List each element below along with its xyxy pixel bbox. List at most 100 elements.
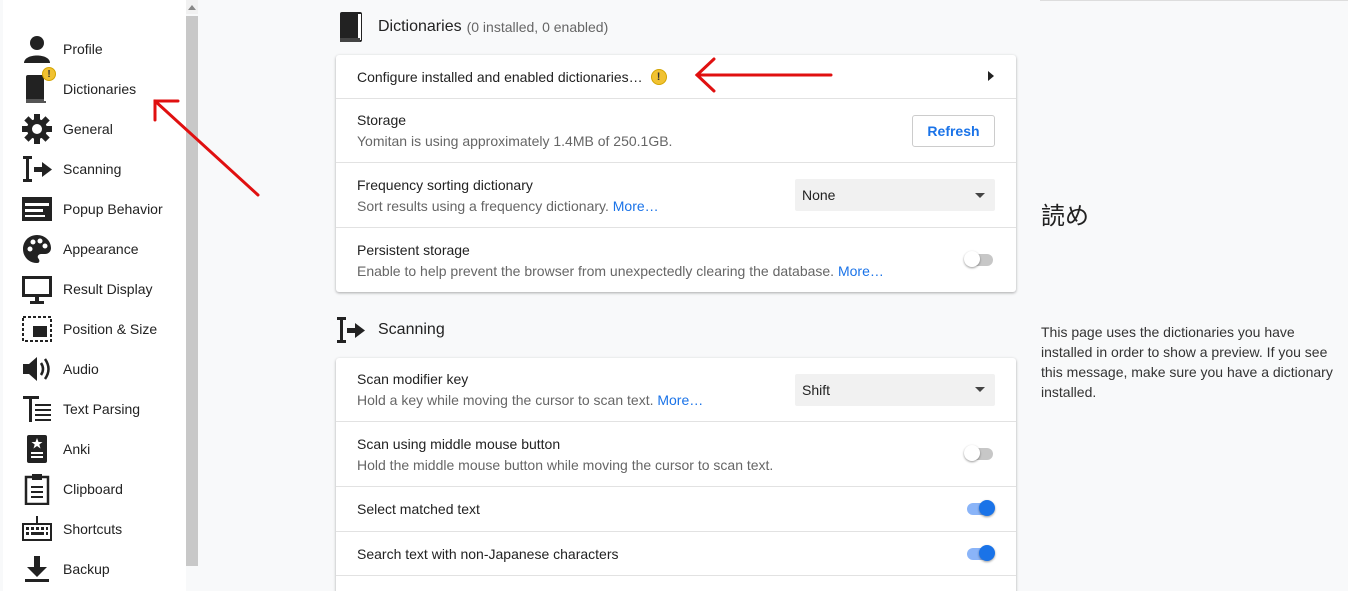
storage-title: Storage	[357, 112, 407, 128]
configure-dictionaries-row[interactable]: Configure installed and enabled dictiona…	[336, 55, 1016, 99]
anki-card-icon	[20, 432, 54, 466]
divider	[1040, 0, 1348, 1]
frequency-select-wrap: None	[795, 179, 995, 211]
dictionaries-card: Configure installed and enabled dictiona…	[336, 55, 1016, 292]
scanning-heading: Scanning	[336, 313, 445, 347]
non-japanese-title: Search text with non-Japanese characters	[357, 545, 619, 562]
modifier-desc-text: Hold a key while moving the cursor to sc…	[357, 392, 654, 408]
sidebar-item-dictionaries[interactable]: ! Dictionaries	[20, 67, 185, 109]
sidebar-item-scanning[interactable]: Scanning	[20, 149, 185, 189]
keyboard-icon	[20, 512, 54, 546]
modifier-select-wrap: Shift	[795, 373, 995, 406]
chevron-down-icon	[975, 387, 985, 392]
sidebar-item-backup[interactable]: Backup	[20, 549, 185, 589]
sidebar-item-label: Shortcuts	[63, 521, 123, 537]
download-icon	[20, 552, 54, 586]
sidebar-item-label: General	[63, 121, 113, 137]
warning-icon: !	[650, 68, 667, 85]
middle-title: Scan using middle mouse button	[357, 436, 561, 452]
sidebar: Profile ! Dictionaries General Scanning …	[0, 0, 200, 591]
persistent-more-link[interactable]: More…	[838, 263, 884, 279]
dictionaries-heading: Dictionaries (0 installed, 0 enabled)	[336, 10, 608, 44]
frequency-dictionary-select[interactable]: None	[795, 179, 995, 211]
sidebar-item-profile[interactable]: Profile	[20, 29, 185, 69]
middle-toggle-wrap	[964, 444, 995, 464]
sidebar-item-appearance[interactable]: Appearance	[20, 229, 185, 269]
section-title: Scanning	[378, 321, 445, 338]
scrollbar-up-button[interactable]	[186, 0, 198, 14]
popup-icon	[20, 192, 54, 226]
sidebar-item-label: Popup Behavior	[63, 201, 163, 217]
persistent-title: Persistent storage	[357, 242, 470, 258]
middle-description: Hold the middle mouse button while movin…	[357, 457, 774, 473]
sidebar-item-label: Text Parsing	[63, 401, 141, 417]
speaker-icon	[20, 352, 54, 386]
section-subtitle: (0 installed, 0 enabled)	[466, 19, 609, 35]
sidebar-item-label: Dictionaries	[63, 81, 137, 97]
sidebar-item-anki[interactable]: Anki	[20, 429, 185, 469]
sidebar-item-label: Result Display	[63, 281, 153, 297]
non-japanese-toggle[interactable]	[965, 544, 995, 564]
sidebar-item-label: Backup	[63, 561, 110, 577]
persistent-desc-text: Enable to help prevent the browser from …	[357, 263, 835, 279]
palette-icon	[20, 232, 54, 266]
select-matched-toggle-wrap	[965, 499, 995, 519]
scanning-card: Scan modifier key Hold a key while movin…	[336, 358, 1016, 591]
sidebar-item-audio[interactable]: Audio	[20, 349, 185, 389]
chevron-right-icon[interactable]	[987, 68, 995, 86]
position-size-icon	[20, 312, 54, 346]
section-title: Dictionaries	[378, 18, 462, 35]
persistent-storage-toggle[interactable]	[964, 250, 995, 270]
preview-word: 読め	[1041, 202, 1089, 230]
sidebar-item-popup-behavior[interactable]: Popup Behavior	[20, 189, 185, 229]
sidebar-item-general[interactable]: General	[20, 109, 185, 149]
text-parsing-icon	[20, 392, 54, 426]
middle-mouse-row: Scan using middle mouse button Hold the …	[336, 422, 1016, 487]
gear-icon	[20, 112, 54, 146]
middle-mouse-toggle[interactable]	[964, 444, 995, 464]
select-matched-title: Select matched text	[357, 501, 480, 517]
select-value: None	[802, 187, 836, 203]
clipboard-icon	[20, 472, 54, 506]
sidebar-item-label: Profile	[63, 41, 103, 57]
scan-modifier-select[interactable]: Shift	[795, 373, 995, 406]
persistent-storage-row: Persistent storage Enable to help preven…	[336, 228, 1016, 292]
modifier-more-link[interactable]: More…	[657, 392, 703, 408]
warning-badge: !	[42, 67, 56, 81]
book-icon	[336, 10, 366, 44]
sidebar-item-label: Scanning	[63, 161, 122, 177]
sidebar-item-label: Audio	[63, 361, 99, 377]
sidebar-scrollbar-thumb[interactable]	[186, 16, 198, 566]
select-value: Shift	[802, 381, 831, 398]
sidebar-item-text-parsing[interactable]: Text Parsing	[20, 389, 185, 429]
storage-description: Yomitan is using approximately 1.4MB of …	[357, 133, 673, 149]
frequency-desc-text: Sort results using a frequency dictionar…	[357, 198, 609, 214]
sidebar-item-result-display[interactable]: Result Display	[20, 269, 185, 309]
sidebar-item-label: Clipboard	[63, 481, 123, 497]
sidebar-item-clipboard[interactable]: Clipboard	[20, 469, 185, 509]
storage-row: Storage Yomitan is using approximately 1…	[336, 99, 1016, 163]
frequency-sorting-row: Frequency sorting dictionary Sort result…	[336, 163, 1016, 228]
configure-dictionaries-label: Configure installed and enabled dictiona…	[357, 68, 643, 85]
refresh-button[interactable]: Refresh	[912, 114, 995, 147]
non-japanese-toggle-wrap	[965, 544, 995, 564]
select-matched-row: Select matched text	[336, 487, 1016, 532]
non-japanese-row: Search text with non-Japanese characters	[336, 532, 1016, 576]
book-icon: !	[20, 67, 56, 106]
sidebar-item-label: Position & Size	[63, 321, 158, 337]
sidebar-item-shortcuts[interactable]: Shortcuts	[20, 509, 185, 549]
chevron-down-icon	[975, 192, 985, 198]
person-icon	[20, 32, 54, 66]
sidebar-item-label: Appearance	[63, 241, 139, 257]
persistent-toggle-wrap	[964, 250, 995, 270]
cursor-arrow-icon	[336, 313, 366, 347]
sidebar-item-label: Anki	[63, 441, 91, 457]
monitor-icon	[20, 272, 54, 306]
select-matched-toggle[interactable]	[965, 499, 995, 519]
sidebar-item-position-size[interactable]: Position & Size	[20, 309, 185, 349]
persistent-description: Enable to help prevent the browser from …	[357, 263, 995, 279]
cursor-arrow-icon	[20, 152, 54, 186]
next-row-partial	[336, 576, 1016, 591]
scan-modifier-row: Scan modifier key Hold a key while movin…	[336, 358, 1016, 422]
frequency-more-link[interactable]: More…	[613, 198, 659, 214]
